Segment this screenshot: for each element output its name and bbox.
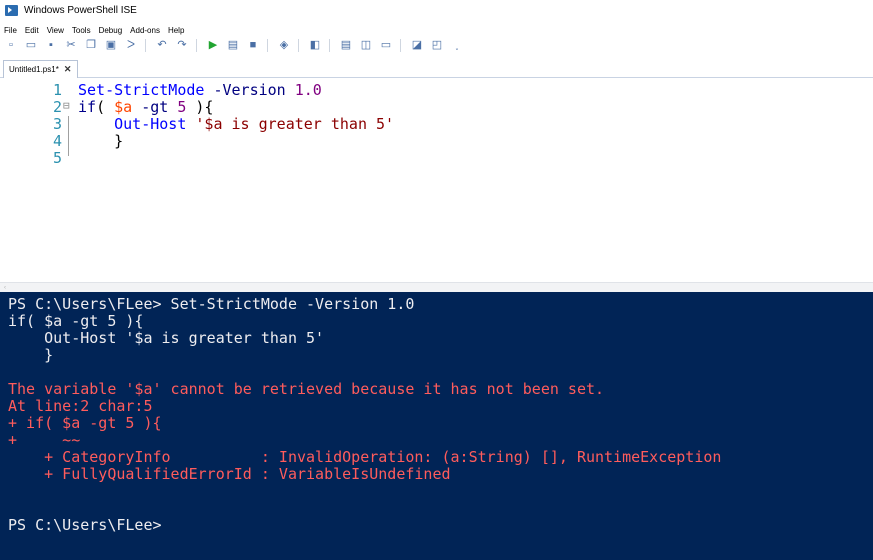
- console-error-line: At line:2 char:5: [8, 397, 153, 415]
- script-editor[interactable]: ⊟ 1 Set-StrictMode -Version 1.0 2 if( $a -g…: [0, 78, 873, 282]
- code-text: if( $a -gt 5 ){: [78, 99, 213, 115]
- console-error-line: The variable '$a' cannot be retrieved be…: [8, 380, 605, 398]
- toolbar-divider: [267, 38, 268, 52]
- paste-icon[interactable]: ▣: [104, 38, 118, 52]
- code-text: Set-StrictMode -Version 1.0: [78, 82, 322, 98]
- menu-file[interactable]: File: [4, 26, 17, 35]
- console-line: PS C:\Users\FLee> Set-StrictMode -Versio…: [8, 295, 415, 313]
- toolbar-divider: [329, 38, 330, 52]
- toolbar-divider: [400, 38, 401, 52]
- show-command-icon[interactable]: ◪: [410, 38, 424, 52]
- code-token: $a: [114, 98, 133, 116]
- script-tab-strip: Untitled1.ps1* ✕: [0, 57, 873, 78]
- close-icon[interactable]: ✕: [64, 64, 72, 75]
- run-selection-icon[interactable]: ▤: [226, 38, 240, 52]
- line-number: 4: [52, 132, 62, 150]
- line-number: 3: [52, 115, 62, 133]
- show-script-pane-icon[interactable]: ▤: [339, 38, 353, 52]
- menu-view[interactable]: View: [47, 26, 64, 35]
- menu-debug[interactable]: Debug: [99, 26, 123, 35]
- code-token: '$a is greater than 5': [195, 115, 395, 133]
- toolbar-divider: [145, 38, 146, 52]
- console-line: if( $a -gt 5 ){: [8, 312, 144, 330]
- console-line: }: [8, 346, 54, 364]
- console-pane[interactable]: PS C:\Users\FLee> Set-StrictMode -Versio…: [0, 292, 873, 560]
- console-error-line: + if( $a -gt 5 ){: [8, 414, 162, 432]
- code-token: -gt: [141, 98, 169, 116]
- line-number: 5: [52, 149, 62, 167]
- open-icon[interactable]: ▭: [24, 38, 38, 52]
- toolbar-divider: [196, 38, 197, 52]
- menu-bar: File Edit View Tools Debug Add-ons Help: [0, 24, 873, 37]
- show-addon-icon[interactable]: ◰: [430, 38, 444, 52]
- title-bar: Windows PowerShell ISE: [0, 0, 873, 20]
- code-token: ){: [186, 98, 214, 116]
- cut-icon[interactable]: ✂: [64, 38, 78, 52]
- powershell-ise-icon: [5, 4, 18, 16]
- tab-untitled1[interactable]: Untitled1.ps1* ✕: [3, 60, 79, 78]
- console-error-line: + CategoryInfo : InvalidOperation: (a:St…: [8, 448, 722, 466]
- remote-icon[interactable]: ◈: [277, 38, 291, 52]
- console-line: PS C:\Users\FLee>: [8, 516, 162, 534]
- code-token: 1.0: [294, 81, 322, 99]
- code-token: (: [96, 98, 115, 116]
- fold-guide: [68, 116, 69, 156]
- line-number: 1: [52, 81, 62, 99]
- powershell-icon[interactable]: ◧: [308, 38, 322, 52]
- code-token: if: [78, 98, 97, 116]
- splitter-grip: ‹: [4, 285, 6, 291]
- console-error-line: + ~~: [8, 431, 81, 449]
- show-script-max-icon[interactable]: ▭: [379, 38, 393, 52]
- code-text: }: [78, 133, 123, 149]
- overflow-icon[interactable]: ˯: [450, 38, 464, 52]
- menu-edit[interactable]: Edit: [25, 26, 39, 35]
- console-line: Out-Host '$a is greater than 5': [8, 329, 325, 347]
- console-error-line: + FullyQualifiedErrorId : VariableIsUnde…: [8, 465, 451, 483]
- redo-icon[interactable]: ↷: [175, 38, 189, 52]
- copy-icon[interactable]: ❐: [84, 38, 98, 52]
- stop-icon[interactable]: ■: [246, 38, 260, 52]
- code-text: Out-Host '$a is greater than 5': [78, 116, 394, 132]
- line-number: 2: [52, 98, 62, 116]
- code-token: Out-Host: [114, 115, 187, 133]
- undo-icon[interactable]: ↶: [155, 38, 169, 52]
- code-token: Set-StrictMode: [78, 81, 205, 99]
- save-icon[interactable]: ▪: [44, 38, 58, 52]
- menu-addons[interactable]: Add-ons: [130, 26, 160, 35]
- toolbar: ▫ ▭ ▪ ✂ ❐ ▣ ᐳ ↶ ↷ ▶ ▤ ■ ◈ ◧ ▤ ◫ ▭ ◪ ◰ ˯: [0, 37, 873, 53]
- show-script-right-icon[interactable]: ◫: [359, 38, 373, 52]
- window-title: Windows PowerShell ISE: [24, 4, 137, 16]
- code-token: -Version: [213, 81, 286, 99]
- menu-tools[interactable]: Tools: [72, 26, 91, 35]
- tab-label: Untitled1.ps1*: [9, 65, 59, 74]
- new-file-icon[interactable]: ▫: [4, 38, 18, 52]
- fold-toggle-icon[interactable]: ⊟: [63, 99, 70, 112]
- toolbar-divider: [298, 38, 299, 52]
- run-selection-icon[interactable]: ᐳ: [124, 38, 138, 52]
- code-token: }: [78, 132, 124, 150]
- menu-help[interactable]: Help: [168, 26, 184, 35]
- run-icon[interactable]: ▶: [206, 38, 220, 52]
